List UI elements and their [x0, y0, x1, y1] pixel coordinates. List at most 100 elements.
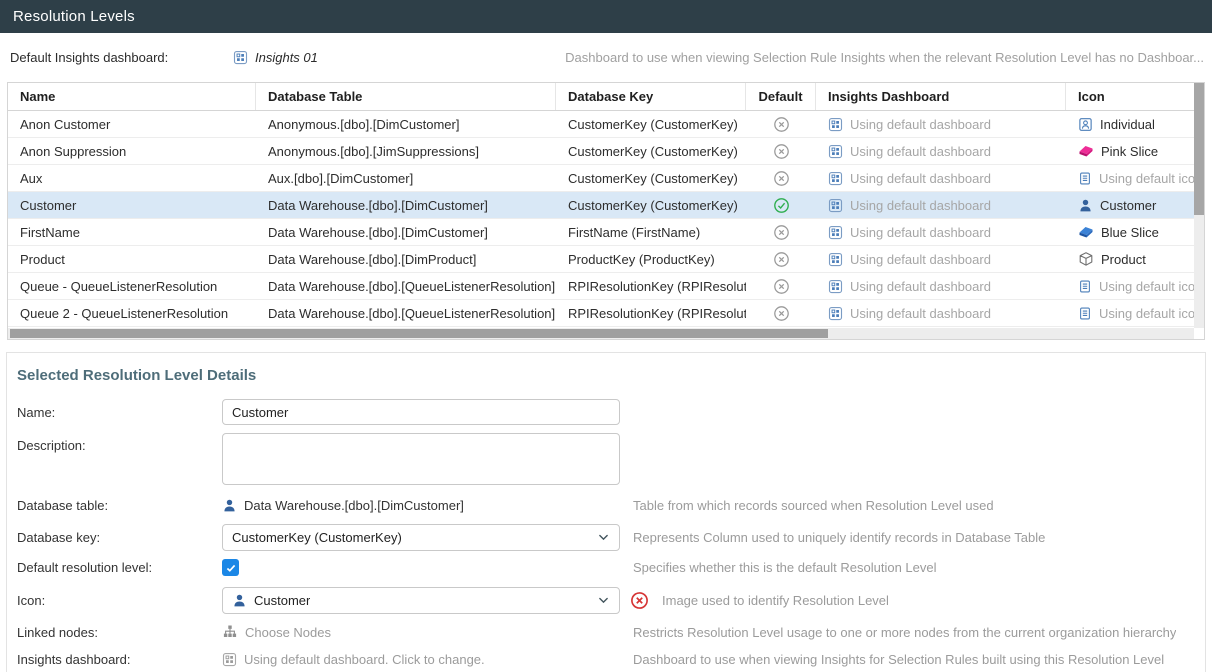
check-circle-icon: [773, 197, 790, 214]
default-level-checkbox[interactable]: [222, 559, 239, 576]
linked-nodes-label: Linked nodes:: [17, 625, 222, 640]
insights-dashboard-label: Insights dashboard:: [17, 652, 222, 667]
dashboard-icon: [828, 252, 843, 267]
check-icon: [225, 562, 237, 574]
cell-database-table: Data Warehouse.[dbo].[QueueListenerResol…: [256, 300, 556, 326]
dashboard-icon: [222, 652, 237, 667]
database-key-dropdown[interactable]: CustomerKey (CustomerKey): [222, 524, 620, 551]
insights-dashboard-link[interactable]: Using default dashboard. Click to change…: [222, 652, 485, 667]
dashboard-text: Using default dashboard: [850, 117, 991, 132]
database-table-text: Data Warehouse.[dbo].[DimCustomer]: [244, 498, 464, 513]
chevron-down-icon: [597, 594, 610, 607]
cell-database-table: Anonymous.[dbo].[DimCustomer]: [256, 111, 556, 137]
dashboard-icon: [828, 198, 843, 213]
cell-database-table: Anonymous.[dbo].[JimSuppressions]: [256, 138, 556, 164]
cell-default: [746, 300, 816, 326]
column-header-database-key[interactable]: Database Key: [556, 83, 746, 110]
database-table-hint: Table from which records sourced when Re…: [633, 498, 994, 513]
cell-name: Aux: [8, 165, 256, 191]
cell-insights-dashboard: Using default dashboard: [816, 273, 1066, 299]
table-row[interactable]: AuxAux.[dbo].[DimCustomer]CustomerKey (C…: [8, 165, 1204, 192]
horizontal-scrollbar-thumb[interactable]: [10, 329, 828, 338]
database-key-label: Database key:: [17, 530, 222, 545]
cell-default: [746, 219, 816, 245]
cell-icon: Using default icon: [1066, 165, 1204, 191]
cell-icon: Product: [1066, 246, 1204, 272]
dashboard-icon: [233, 50, 248, 65]
cell-icon: Using default icon: [1066, 300, 1204, 326]
linked-nodes-row: Linked nodes: Choose Nodes Restricts Res…: [17, 624, 1195, 640]
dashboard-icon: [828, 171, 843, 186]
cell-insights-dashboard: Using default dashboard: [816, 165, 1066, 191]
name-label: Name:: [17, 405, 222, 420]
choose-nodes-link[interactable]: Choose Nodes: [222, 624, 331, 640]
cell-database-key: CustomerKey (CustomerKey): [556, 138, 746, 164]
description-label: Description:: [17, 433, 222, 453]
column-header-icon[interactable]: Icon: [1066, 83, 1204, 110]
description-field[interactable]: [222, 433, 620, 485]
person-icon: [222, 498, 237, 513]
linked-nodes-hint: Restricts Resolution Level usage to one …: [633, 625, 1176, 640]
description-row: Description:: [17, 433, 1195, 485]
table-body: Anon CustomerAnonymous.[dbo].[DimCustome…: [8, 111, 1204, 327]
red-x-circle-icon: [630, 591, 649, 610]
table-row[interactable]: ProductData Warehouse.[dbo].[DimProduct]…: [8, 246, 1204, 273]
default-dashboard-value[interactable]: Insights 01: [233, 50, 318, 65]
insights-dashboard-hint: Dashboard to use when viewing Insights f…: [633, 652, 1164, 667]
table-header: NameDatabase TableDatabase KeyDefaultIns…: [8, 83, 1204, 111]
table-row[interactable]: Anon SuppressionAnonymous.[dbo].[JimSupp…: [8, 138, 1204, 165]
table-row[interactable]: Queue - QueueListenerResolutionData Ware…: [8, 273, 1204, 300]
x-circle-icon: [773, 251, 790, 268]
table-row[interactable]: Anon CustomerAnonymous.[dbo].[DimCustome…: [8, 111, 1204, 138]
cell-name: Queue 2 - QueueListenerResolution: [8, 300, 256, 326]
table-row[interactable]: CustomerData Warehouse.[dbo].[DimCustome…: [8, 192, 1204, 219]
icon-text: Using default icon: [1099, 279, 1202, 294]
cell-database-table: Data Warehouse.[dbo].[DimCustomer]: [256, 219, 556, 245]
icon-value: Customer: [254, 593, 310, 608]
name-row: Name:: [17, 399, 1195, 425]
database-key-value: CustomerKey (CustomerKey): [232, 530, 402, 545]
page-title: Resolution Levels: [13, 8, 135, 25]
name-input[interactable]: [222, 399, 620, 425]
dashboard-text: Using default dashboard: [850, 279, 991, 294]
cell-database-key: CustomerKey (CustomerKey): [556, 111, 746, 137]
cell-default: [746, 111, 816, 137]
cell-database-key: CustomerKey (CustomerKey): [556, 165, 746, 191]
icon-text: Using default icon: [1099, 171, 1202, 186]
table-row[interactable]: FirstNameData Warehouse.[dbo].[DimCustom…: [8, 219, 1204, 246]
cell-insights-dashboard: Using default dashboard: [816, 111, 1066, 137]
icon-dropdown[interactable]: Customer: [222, 587, 620, 614]
cell-default: [746, 273, 816, 299]
cell-name: Queue - QueueListenerResolution: [8, 273, 256, 299]
cell-name: Product: [8, 246, 256, 272]
database-table-label: Database table:: [17, 498, 222, 513]
cell-insights-dashboard: Using default dashboard: [816, 192, 1066, 218]
icon-text: Pink Slice: [1101, 144, 1158, 159]
document-icon: [1078, 171, 1092, 186]
default-dashboard-row: Default Insights dashboard: Insights 01 …: [0, 33, 1212, 82]
cell-name: Customer: [8, 192, 256, 218]
column-header-insights-dashboard[interactable]: Insights Dashboard: [816, 83, 1066, 110]
column-header-default[interactable]: Default: [746, 83, 816, 110]
cell-icon: Pink Slice: [1066, 138, 1204, 164]
cell-database-table: Aux.[dbo].[DimCustomer]: [256, 165, 556, 191]
blue-slice-icon: [1078, 224, 1094, 240]
details-panel: Selected Resolution Level Details Name: …: [6, 352, 1206, 672]
column-header-name[interactable]: Name: [8, 83, 256, 110]
table-row[interactable]: Queue 2 - QueueListenerResolutionData Wa…: [8, 300, 1204, 327]
cell-icon: Customer: [1066, 192, 1204, 218]
person-icon: [1078, 198, 1093, 213]
cell-icon: Individual: [1066, 111, 1204, 137]
x-circle-icon: [773, 143, 790, 160]
icon-hint: Image used to identify Resolution Level: [662, 593, 889, 608]
column-header-database-table[interactable]: Database Table: [256, 83, 556, 110]
horizontal-scrollbar: [8, 328, 1194, 339]
vertical-scrollbar-thumb[interactable]: [1194, 83, 1204, 215]
cell-default: [746, 165, 816, 191]
cell-icon: Blue Slice: [1066, 219, 1204, 245]
dashboard-icon: [828, 225, 843, 240]
cell-database-key: FirstName (FirstName): [556, 219, 746, 245]
dashboard-text: Using default dashboard: [850, 171, 991, 186]
clear-icon-button[interactable]: [630, 591, 649, 610]
cell-database-table: Data Warehouse.[dbo].[QueueListenerResol…: [256, 273, 556, 299]
